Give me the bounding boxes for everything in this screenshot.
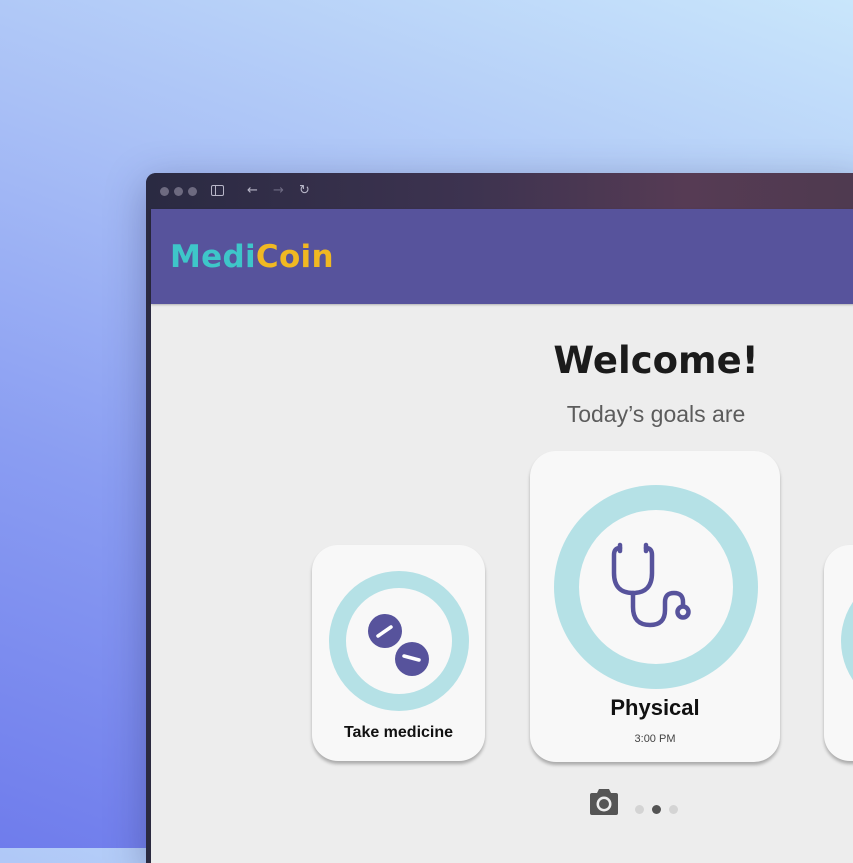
goals-subtitle: Today’s goals are xyxy=(566,401,746,427)
goal-card-next[interactable] xyxy=(824,545,853,761)
page-dot-3[interactable] xyxy=(669,805,678,814)
goal-card-time: 3:00 PM xyxy=(634,733,676,745)
logo-coin-text: Coin xyxy=(255,239,334,275)
zoom-window-button[interactable] xyxy=(188,187,197,196)
goal-card-label: Physical xyxy=(610,695,700,720)
app-page: MediCoin Welcome! Today’s goals are Take… xyxy=(151,209,853,863)
welcome-title: Welcome! xyxy=(553,339,759,382)
logo-medi-text: Medi xyxy=(170,239,256,275)
app-header: MediCoin xyxy=(151,209,853,304)
pills-icon xyxy=(368,614,429,676)
minimize-window-button[interactable] xyxy=(174,187,183,196)
browser-titlebar: ← → ↻ xyxy=(146,173,853,209)
page-dot-2[interactable] xyxy=(652,805,661,814)
goal-ring xyxy=(841,571,853,711)
browser-window: ← → ↻ MediCoin Welcome! Today’s goals ar… xyxy=(146,173,853,863)
goal-card-label: Take medicine xyxy=(343,724,454,741)
reload-icon[interactable]: ↻ xyxy=(299,182,310,200)
carousel-pager xyxy=(588,787,708,819)
camera-icon[interactable] xyxy=(588,787,620,817)
goal-card-physical[interactable]: Physical 3:00 PM xyxy=(530,451,780,762)
medicoin-logo[interactable]: MediCoin xyxy=(170,239,334,275)
close-window-button[interactable] xyxy=(160,187,169,196)
back-arrow-icon[interactable]: ← xyxy=(247,182,258,200)
sidebar-toggle-icon[interactable] xyxy=(211,185,224,196)
page-dot-1[interactable] xyxy=(635,805,644,814)
forward-arrow-icon[interactable]: → xyxy=(273,182,284,200)
stethoscope-icon xyxy=(611,542,691,628)
goal-card-take-medicine[interactable]: Take medicine xyxy=(312,545,485,761)
